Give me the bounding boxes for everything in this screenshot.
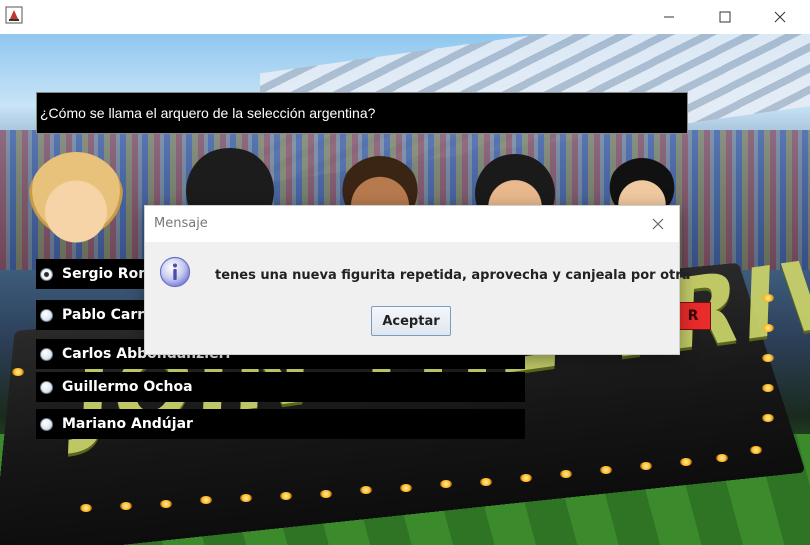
dialog-titlebar: Mensaje [145, 206, 679, 242]
light-bulb [762, 414, 774, 422]
answer-option-5[interactable]: Mariano Andújar [36, 409, 525, 439]
window-titlebar [0, 0, 810, 34]
close-icon [774, 11, 786, 23]
light-bulb [750, 446, 762, 454]
light-bulb [360, 486, 372, 494]
light-bulb [480, 478, 492, 486]
light-bulb [762, 384, 774, 392]
light-bulb [762, 324, 774, 332]
question-text: ¿Cómo se llama el arquero de la selecció… [36, 92, 688, 134]
light-bulb [240, 494, 252, 502]
accept-button[interactable]: Aceptar [371, 306, 451, 336]
close-window-button[interactable] [757, 0, 803, 34]
message-dialog: Mensaje tenes una nueva figurita repetid… [144, 205, 690, 355]
radio-selected-icon[interactable] [40, 267, 53, 281]
light-bulb [520, 474, 532, 482]
light-bulb [440, 480, 452, 488]
close-icon [652, 218, 664, 230]
light-bulb [640, 462, 652, 470]
dialog-message: tenes una nueva figurita repetida, aprov… [215, 268, 691, 283]
light-bulb [12, 368, 24, 376]
minimize-icon [664, 16, 674, 18]
player-avatar-blond [28, 152, 124, 248]
light-bulb [762, 294, 774, 302]
light-bulb [160, 500, 172, 508]
radio-icon[interactable] [40, 417, 53, 431]
light-bulb [320, 490, 332, 498]
dialog-title: Mensaje [154, 216, 208, 231]
info-icon [159, 256, 191, 288]
dialog-close-button[interactable] [645, 211, 671, 237]
maximize-button[interactable] [702, 0, 748, 34]
light-bulb [120, 502, 132, 510]
java-app-icon [5, 6, 23, 24]
answer-option-label: Guillermo Ochoa [62, 379, 193, 395]
answer-option-label: Mariano Andújar [62, 416, 193, 432]
answer-option-4[interactable]: Guillermo Ochoa [36, 372, 525, 402]
answer-red-button[interactable]: R [675, 302, 711, 330]
light-bulb [80, 504, 92, 512]
light-bulb [400, 484, 412, 492]
radio-icon[interactable] [40, 308, 53, 322]
light-bulb [200, 496, 212, 504]
maximize-icon [719, 11, 731, 23]
light-bulb [680, 458, 692, 466]
light-bulb [280, 492, 292, 500]
radio-icon[interactable] [40, 380, 53, 394]
light-bulb [600, 466, 612, 474]
minimize-button[interactable] [646, 0, 692, 34]
light-bulb [762, 354, 774, 362]
radio-icon[interactable] [40, 347, 53, 361]
light-bulb [560, 470, 572, 478]
light-bulb [716, 454, 728, 462]
